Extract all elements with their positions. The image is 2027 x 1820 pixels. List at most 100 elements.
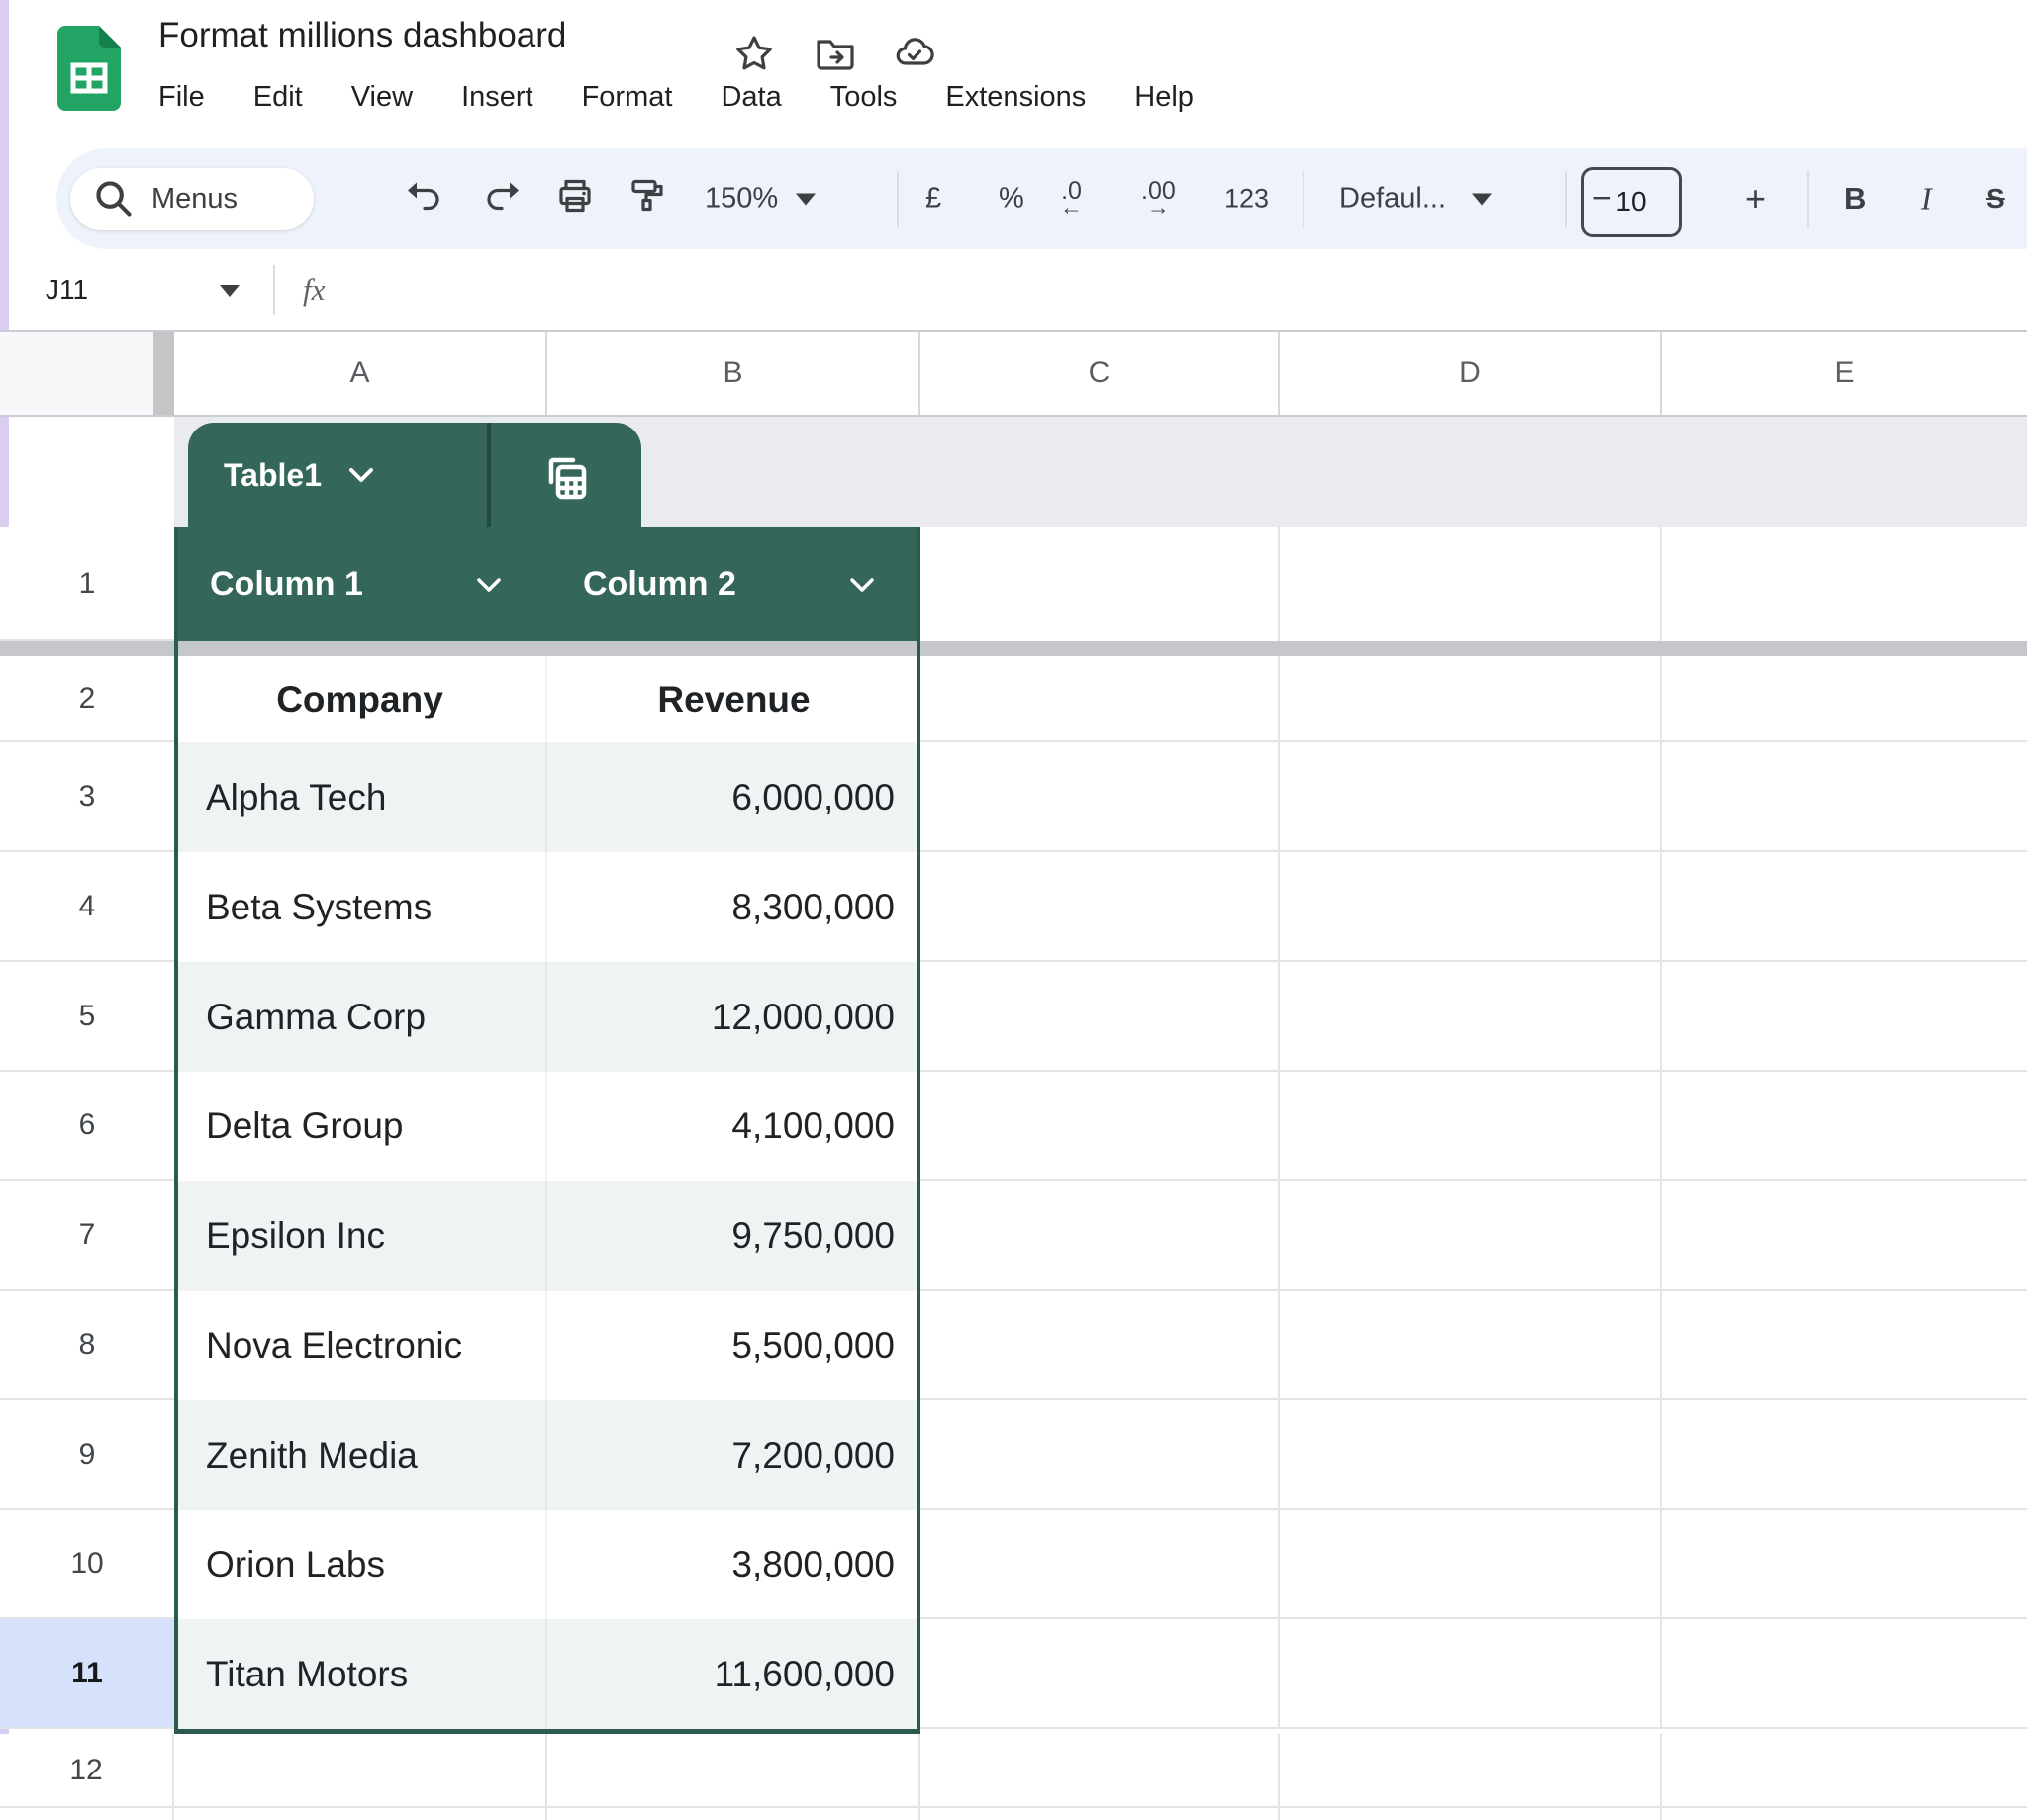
cell-D4[interactable] — [1280, 852, 1662, 962]
cell-A6[interactable]: Delta Group — [174, 1072, 547, 1181]
row-header-13[interactable] — [0, 1808, 174, 1820]
cell-C4[interactable] — [920, 852, 1280, 962]
row-header-12[interactable]: 12 — [0, 1734, 174, 1808]
cell-D6[interactable] — [1280, 1072, 1662, 1181]
cell-B11[interactable]: 11,600,000 — [547, 1619, 920, 1729]
increase-font-size-button[interactable]: + — [1745, 178, 1766, 220]
cell-D3[interactable] — [1280, 742, 1662, 852]
currency-format-button[interactable]: £ — [925, 183, 941, 216]
cell-E3[interactable] — [1662, 742, 2027, 852]
cell-A7[interactable]: Epsilon Inc — [174, 1181, 547, 1291]
cell-C7[interactable] — [920, 1181, 1280, 1291]
cell-E4[interactable] — [1662, 852, 2027, 962]
menu-file[interactable]: File — [158, 81, 205, 114]
column-header-D[interactable]: D — [1280, 332, 1662, 415]
cell-E11[interactable] — [1662, 1619, 2027, 1729]
menu-format[interactable]: Format — [582, 81, 673, 114]
table-column2-header[interactable]: Column 2 — [547, 527, 920, 641]
font-size-input[interactable]: 10 — [1581, 167, 1682, 237]
cell-E5[interactable] — [1662, 962, 2027, 1072]
cell-D5[interactable] — [1280, 962, 1662, 1072]
cell-B12[interactable] — [547, 1734, 920, 1808]
menu-help[interactable]: Help — [1134, 81, 1194, 114]
cell-C1[interactable] — [920, 527, 1280, 641]
cell-E6[interactable] — [1662, 1072, 2027, 1181]
undo-button[interactable] — [403, 175, 446, 224]
cell-A10[interactable]: Orion Labs — [174, 1510, 547, 1619]
bold-button[interactable]: B — [1844, 181, 1866, 217]
menu-tools[interactable]: Tools — [830, 81, 898, 114]
column-header-C[interactable]: C — [920, 332, 1280, 415]
sheets-logo-icon[interactable] — [57, 26, 121, 111]
cell-D13[interactable] — [1280, 1808, 1662, 1820]
row-header-9[interactable]: 9 — [0, 1400, 174, 1510]
row-header-7[interactable]: 7 — [0, 1181, 174, 1291]
column-header-E[interactable]: E — [1662, 332, 2027, 415]
decrease-decimal-button[interactable]: .0 ← — [1060, 181, 1083, 217]
strikethrough-button[interactable]: S — [1986, 183, 2005, 215]
row-header-6[interactable]: 6 — [0, 1072, 174, 1181]
cell-C8[interactable] — [920, 1291, 1280, 1400]
cell-B4[interactable]: 8,300,000 — [547, 852, 920, 962]
cell-B6[interactable]: 4,100,000 — [547, 1072, 920, 1181]
redo-button[interactable] — [480, 175, 524, 224]
cell-D12[interactable] — [1280, 1734, 1662, 1808]
cell-A9[interactable]: Zenith Media — [174, 1400, 547, 1510]
cell-D8[interactable] — [1280, 1291, 1662, 1400]
cell-D2[interactable] — [1280, 656, 1662, 742]
cell-D11[interactable] — [1280, 1619, 1662, 1729]
star-icon[interactable] — [732, 32, 776, 75]
cell-C9[interactable] — [920, 1400, 1280, 1510]
cell-E12[interactable] — [1662, 1734, 2027, 1808]
cell-D1[interactable] — [1280, 527, 1662, 641]
column-header-B[interactable]: B — [547, 332, 920, 415]
table-options-button[interactable] — [491, 423, 641, 527]
cell-D7[interactable] — [1280, 1181, 1662, 1291]
cell-B7[interactable]: 9,750,000 — [547, 1181, 920, 1291]
menus-search-pill[interactable]: Menus — [70, 168, 314, 230]
cloud-check-icon[interactable] — [893, 32, 936, 75]
number-format-button[interactable]: 123 — [1224, 184, 1269, 215]
chevron-down-icon[interactable] — [220, 285, 240, 297]
cell-A2[interactable]: Company — [174, 656, 547, 742]
name-box[interactable]: J11 — [46, 274, 88, 306]
row-header-8[interactable]: 8 — [0, 1291, 174, 1400]
cell-A12[interactable] — [174, 1734, 547, 1808]
print-button[interactable] — [553, 175, 597, 224]
cell-E1[interactable] — [1662, 527, 2027, 641]
cell-B9[interactable]: 7,200,000 — [547, 1400, 920, 1510]
cell-B3[interactable]: 6,000,000 — [547, 742, 920, 852]
row-header-5[interactable]: 5 — [0, 962, 174, 1072]
row-header-4[interactable]: 4 — [0, 852, 174, 962]
increase-decimal-button[interactable]: .00 → — [1141, 181, 1176, 217]
cell-C12[interactable] — [920, 1734, 1280, 1808]
font-family-select[interactable]: Defaul... — [1339, 183, 1492, 216]
row-header-11-selected[interactable]: 11 — [0, 1619, 174, 1729]
function-icon[interactable]: fx — [303, 272, 325, 308]
cell-C3[interactable] — [920, 742, 1280, 852]
cell-C10[interactable] — [920, 1510, 1280, 1619]
menu-view[interactable]: View — [351, 81, 413, 114]
cell-E9[interactable] — [1662, 1400, 2027, 1510]
cell-D10[interactable] — [1280, 1510, 1662, 1619]
cell-E8[interactable] — [1662, 1291, 2027, 1400]
menu-extensions[interactable]: Extensions — [945, 81, 1086, 114]
move-folder-icon[interactable] — [814, 32, 857, 75]
menu-insert[interactable]: Insert — [461, 81, 533, 114]
menu-data[interactable]: Data — [721, 81, 781, 114]
cell-C13[interactable] — [920, 1808, 1280, 1820]
cell-A4[interactable]: Beta Systems — [174, 852, 547, 962]
cell-C2[interactable] — [920, 656, 1280, 742]
cell-E13[interactable] — [1662, 1808, 2027, 1820]
cell-B8[interactable]: 5,500,000 — [547, 1291, 920, 1400]
document-title[interactable]: Format millions dashboard — [158, 16, 566, 55]
italic-button[interactable]: I — [1921, 181, 1932, 218]
cell-B10[interactable]: 3,800,000 — [547, 1510, 920, 1619]
cell-D9[interactable] — [1280, 1400, 1662, 1510]
table-name-button[interactable]: Table1 — [188, 423, 487, 527]
row-header-10[interactable]: 10 — [0, 1510, 174, 1619]
row-header-2[interactable]: 2 — [0, 656, 174, 742]
select-all-corner[interactable] — [0, 332, 174, 415]
cell-E10[interactable] — [1662, 1510, 2027, 1619]
cell-B5[interactable]: 12,000,000 — [547, 962, 920, 1072]
